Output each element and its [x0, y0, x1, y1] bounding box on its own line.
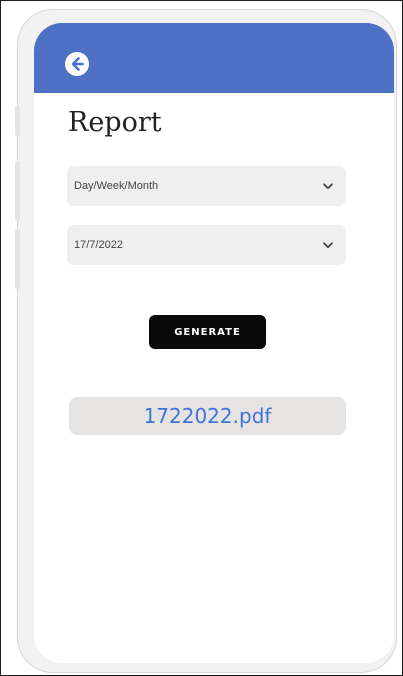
back-button[interactable]	[64, 51, 90, 77]
phone-side-button	[15, 106, 20, 136]
period-select-value: Day/Week/Month	[74, 180, 159, 192]
date-select[interactable]: 17/7/2022	[67, 225, 346, 265]
date-select-value: 17/7/2022	[74, 239, 123, 251]
arrow-left-circle-icon	[65, 52, 89, 76]
period-select[interactable]: Day/Week/Month	[67, 166, 346, 206]
app-screen: Report Day/Week/Month 17/7/2022 GENERATE…	[34, 23, 394, 663]
chevron-down-icon	[322, 239, 334, 251]
generate-button[interactable]: GENERATE	[149, 315, 266, 349]
chevron-down-icon	[322, 180, 334, 192]
screenshot-frame: Report Day/Week/Month 17/7/2022 GENERATE…	[0, 0, 403, 676]
app-header	[34, 23, 394, 93]
phone-side-button	[15, 229, 20, 289]
page-title: Report	[68, 107, 162, 138]
phone-side-button	[15, 161, 20, 221]
report-file-link[interactable]: 1722022.pdf	[69, 397, 346, 435]
